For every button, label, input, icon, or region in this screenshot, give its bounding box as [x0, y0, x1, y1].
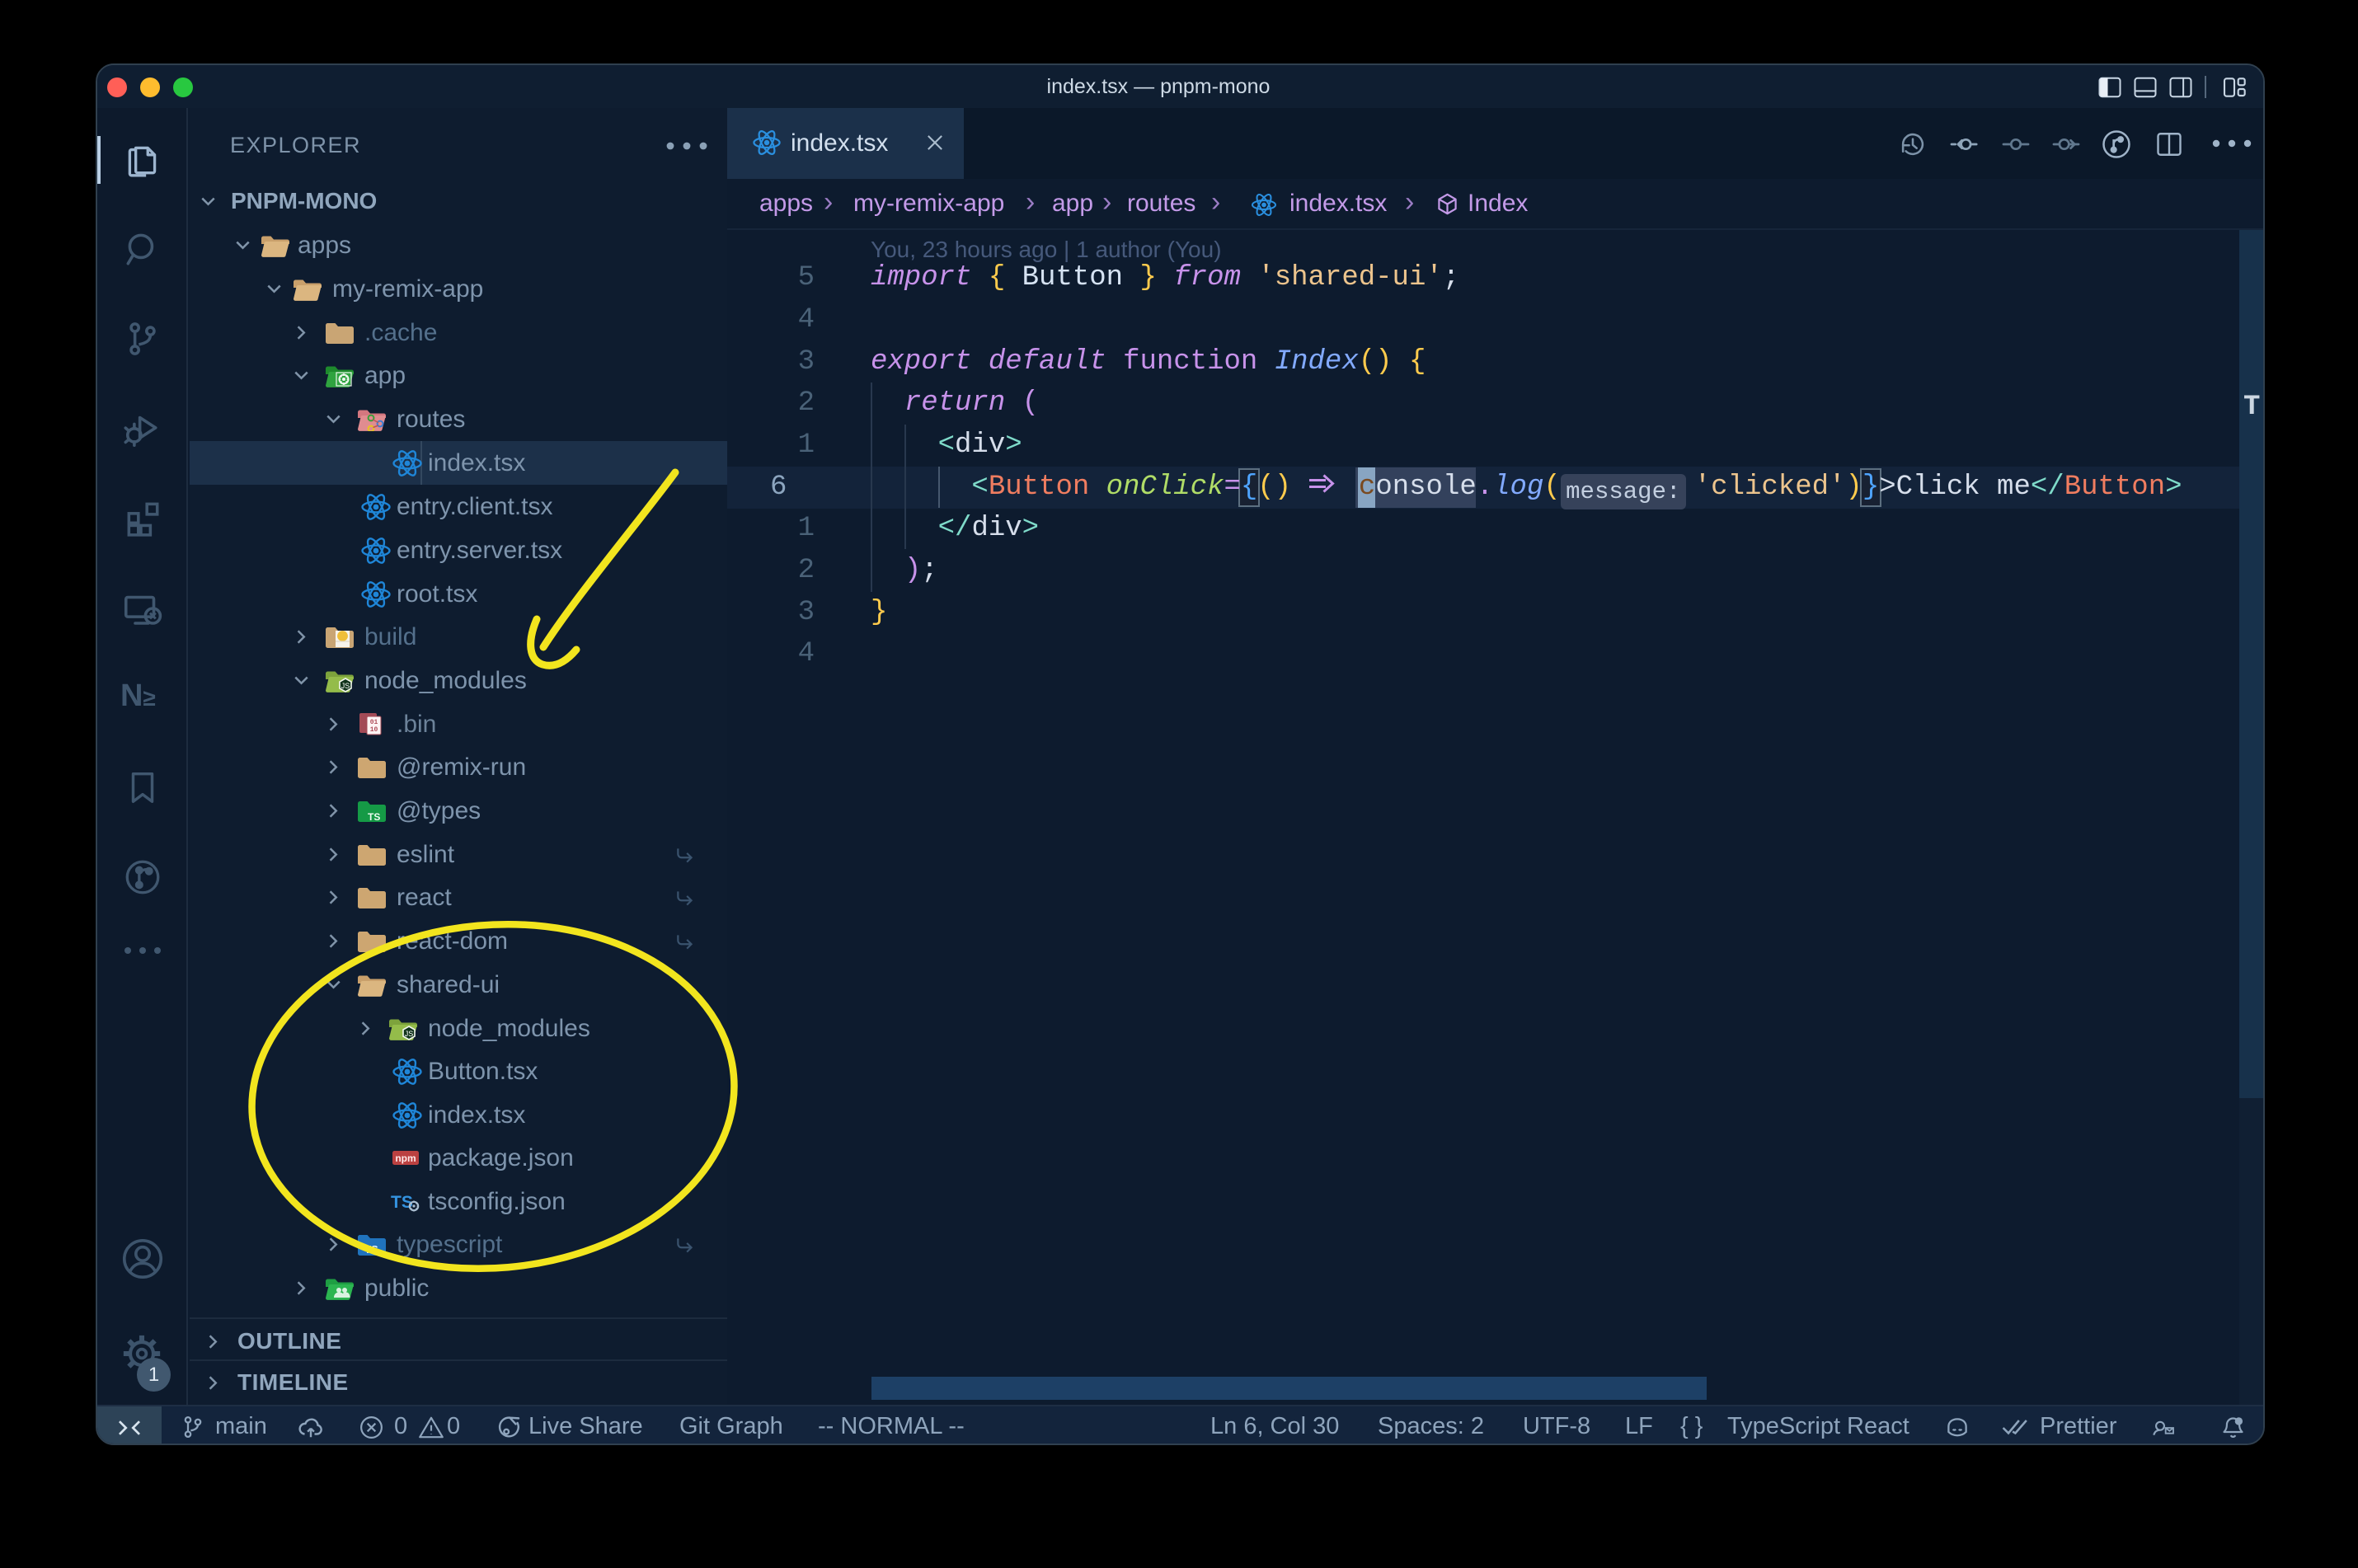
- svg-text:JS: JS: [405, 1030, 414, 1038]
- svg-text:TS: TS: [368, 811, 380, 823]
- svg-text:TS: TS: [364, 1243, 378, 1256]
- svg-text:npm: npm: [395, 1153, 416, 1164]
- svg-text:01: 01: [370, 719, 378, 726]
- svg-text:10: 10: [370, 726, 378, 734]
- svg-text:JS: JS: [341, 682, 350, 690]
